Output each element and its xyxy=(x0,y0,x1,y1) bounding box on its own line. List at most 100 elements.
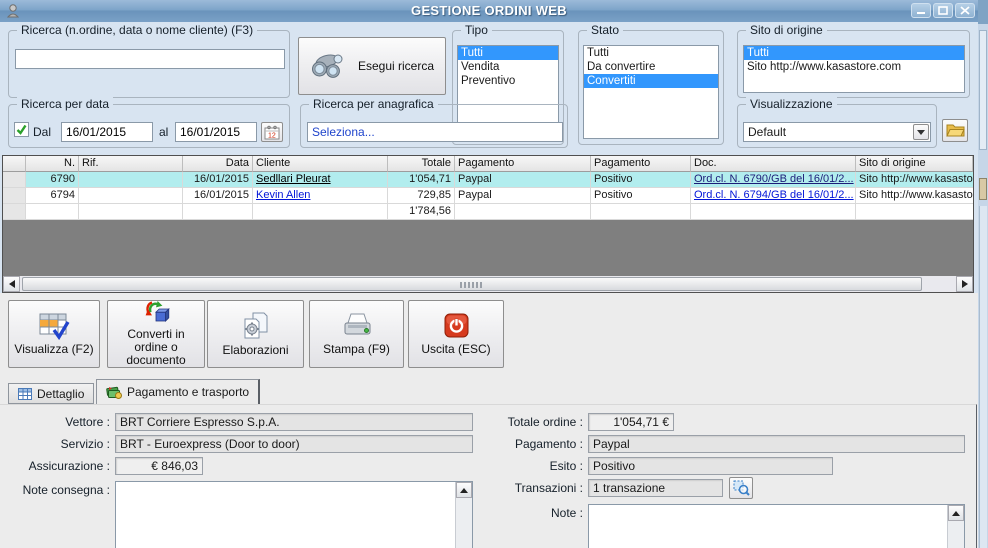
sito-origine-listbox[interactable]: Tutti Sito http://www.kasastore.com xyxy=(743,45,965,93)
transazioni-field[interactable]: 1 transazione xyxy=(588,479,723,497)
stato-listbox[interactable]: Tutti Da convertire Convertiti xyxy=(583,45,719,139)
esito-label: Esito : xyxy=(473,459,583,473)
converti-label: Converti in ordine o documento xyxy=(108,328,204,367)
sito-origine-group-label: Sito di origine xyxy=(746,23,827,37)
note-consegna-scrollbar[interactable] xyxy=(455,482,472,548)
svg-text:12: 12 xyxy=(268,132,276,139)
esito-field[interactable]: Positivo xyxy=(588,457,833,475)
stampa-button[interactable]: Stampa (F9) xyxy=(309,300,404,368)
row-selector[interactable] xyxy=(3,188,26,204)
cell-sito: Sito http://www.kasastore.com xyxy=(856,188,973,204)
background-window-edge xyxy=(978,0,988,548)
scroll-up-button[interactable] xyxy=(948,505,964,521)
view-transactions-button[interactable] xyxy=(729,477,753,499)
col-pagamento-esito[interactable]: Pagamento xyxy=(591,156,691,172)
tipo-option-tutti[interactable]: Tutti xyxy=(458,46,558,60)
execute-search-label: Esegui ricerca xyxy=(358,59,434,73)
totale-ordine-label: Totale ordine : xyxy=(473,415,583,429)
col-data[interactable]: Data xyxy=(183,156,253,172)
date-from-input[interactable] xyxy=(61,122,153,142)
tab-pagamento-trasporto[interactable]: Pagamento e trasporto xyxy=(96,379,260,404)
payment-money-icon xyxy=(106,386,122,399)
row-selector xyxy=(3,204,26,220)
horizontal-scrollbar[interactable] xyxy=(3,276,973,292)
note-scrollbar[interactable] xyxy=(947,505,964,548)
tipo-group-label: Tipo xyxy=(461,23,492,37)
col-cliente[interactable]: Cliente xyxy=(253,156,388,172)
visualizza-button[interactable]: Visualizza (F2) xyxy=(8,300,100,368)
row-selector[interactable] xyxy=(3,172,26,188)
maximize-button[interactable] xyxy=(933,3,953,18)
anagrafica-select-field[interactable]: Seleziona... xyxy=(307,122,563,142)
transazioni-label: Transazioni : xyxy=(473,481,583,495)
col-pagamento[interactable]: Pagamento xyxy=(455,156,591,172)
calendar-picker-button[interactable]: 12 xyxy=(261,122,283,142)
table-header-row[interactable]: N. Rif. Data Cliente Totale Pagamento Pa… xyxy=(3,156,973,172)
scroll-right-button[interactable] xyxy=(956,276,973,292)
printer-icon xyxy=(340,312,374,340)
cliente-link[interactable]: Kevin Allen xyxy=(256,189,310,201)
totale-ordine-field[interactable]: 1'054,71 € xyxy=(588,413,674,431)
arrow-up-icon xyxy=(460,488,468,493)
title-bar[interactable]: GESTIONE ORDINI WEB xyxy=(0,0,978,22)
note-textarea[interactable] xyxy=(588,504,965,548)
pagamento-field[interactable]: Paypal xyxy=(588,435,965,453)
scroll-left-button[interactable] xyxy=(3,276,20,292)
anagrafica-group-label: Ricerca per anagrafica xyxy=(309,97,438,111)
col-sito[interactable]: Sito di origine xyxy=(856,156,973,172)
tab-dettaglio[interactable]: Dettaglio xyxy=(8,383,94,404)
convert-arrows-icon xyxy=(139,301,173,325)
cell-totale: 1'054,71 xyxy=(388,172,455,188)
cell-rif xyxy=(79,172,183,188)
tipo-option-vendita[interactable]: Vendita xyxy=(458,60,558,74)
cell-esito: Positivo xyxy=(591,172,691,188)
date-filter-checkbox[interactable] xyxy=(14,122,29,137)
assicurazione-field[interactable]: € 846,03 xyxy=(115,457,203,475)
note-consegna-textarea[interactable] xyxy=(115,481,473,548)
cell-totale: 729,85 xyxy=(388,188,455,204)
col-doc[interactable]: Doc. xyxy=(691,156,856,172)
stato-option-da-convertire[interactable]: Da convertire xyxy=(584,60,718,74)
table-row[interactable]: 6794 16/01/2015 Kevin Allen 729,85 Paypa… xyxy=(3,188,973,204)
view-grid-icon xyxy=(37,312,71,340)
elaborazioni-button[interactable]: Elaborazioni xyxy=(207,300,304,368)
sito-option-tutti[interactable]: Tutti xyxy=(744,46,964,60)
servizio-label: Servizio : xyxy=(0,437,110,451)
uscita-label: Uscita (ESC) xyxy=(419,343,492,356)
screen: GESTIONE ORDINI WEB Ricerca (n.ordine, d… xyxy=(0,0,988,548)
visualizza-label: Visualizza (F2) xyxy=(12,343,95,356)
doc-link[interactable]: Ord.cl. N. 6790/GB del 16/01/2... xyxy=(694,173,854,185)
date-search-group-label: Ricerca per data xyxy=(17,97,113,111)
col-totale[interactable]: Totale xyxy=(388,156,455,172)
converti-button[interactable]: Converti in ordine o documento xyxy=(107,300,205,368)
date-search-group: Ricerca per data Dal al 12 xyxy=(8,104,290,148)
search-input[interactable] xyxy=(15,49,285,69)
sito-option-kasastore[interactable]: Sito http://www.kasastore.com xyxy=(744,60,964,74)
search-group-label: Ricerca (n.ordine, data o nome cliente) … xyxy=(17,23,257,37)
col-n[interactable]: N. xyxy=(26,156,79,172)
stato-option-tutti[interactable]: Tutti xyxy=(584,46,718,60)
scroll-up-button[interactable] xyxy=(456,482,472,498)
note-label: Note : xyxy=(473,506,583,520)
table-row[interactable]: 6790 16/01/2015 Sedllari Pleurat 1'054,7… xyxy=(3,172,973,188)
date-to-input[interactable] xyxy=(175,122,257,142)
doc-link[interactable]: Ord.cl. N. 6794/GB del 16/01/2... xyxy=(694,189,854,201)
elaborazioni-label: Elaborazioni xyxy=(220,344,290,357)
open-view-folder-button[interactable] xyxy=(942,119,968,142)
cliente-link[interactable]: Sedllari Pleurat xyxy=(256,173,331,185)
arrow-right-icon xyxy=(962,280,968,288)
cell-pagamento: Paypal xyxy=(455,188,591,204)
check-icon xyxy=(15,123,28,136)
stato-option-convertiti[interactable]: Convertiti xyxy=(584,74,718,88)
execute-search-button[interactable]: Esegui ricerca xyxy=(298,37,446,95)
servizio-field[interactable]: BRT - Euroexpress (Door to door) xyxy=(115,435,473,453)
col-rif[interactable]: Rif. xyxy=(79,156,183,172)
vettore-field[interactable]: BRT Corriere Espresso S.p.A. xyxy=(115,413,473,431)
minimize-button[interactable] xyxy=(911,3,931,18)
tipo-option-preventivo[interactable]: Preventivo xyxy=(458,74,558,88)
scrollbar-thumb[interactable] xyxy=(22,277,922,291)
visualizzazione-dropdown[interactable]: Default xyxy=(743,122,931,142)
dropdown-arrow-button[interactable] xyxy=(913,124,929,140)
uscita-button[interactable]: Uscita (ESC) xyxy=(408,300,504,368)
close-button[interactable] xyxy=(955,3,975,18)
